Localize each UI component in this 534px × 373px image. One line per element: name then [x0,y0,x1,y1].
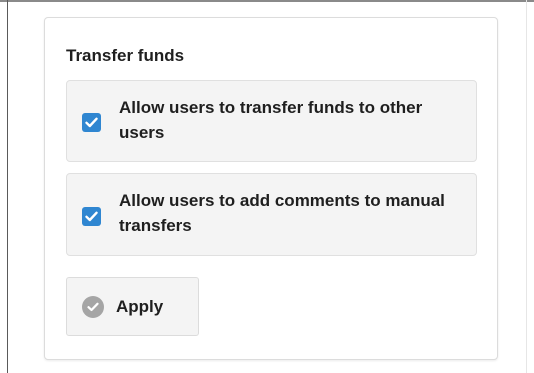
frame-right-border [526,0,527,373]
frame-left-border [7,0,8,373]
apply-button[interactable]: Apply [66,277,199,336]
check-circle-icon [82,295,104,318]
transfer-funds-panel: Transfer funds Allow users to transfer f… [44,17,498,360]
frame-top-border [0,0,534,2]
transfer-funds-label: Allow users to transfer funds to other u… [119,98,423,142]
checkmark-icon [85,117,98,128]
option-transfer-funds[interactable]: Allow users to transfer funds to other u… [66,80,477,162]
option-manual-transfer-comments[interactable]: Allow users to add comments to manual tr… [66,173,477,256]
window-frame: Transfer funds Allow users to transfer f… [0,0,534,373]
manual-transfer-comments-label: Allow users to add comments to manual tr… [119,191,445,235]
manual-transfer-comments-checkbox[interactable] [82,207,101,226]
apply-button-label: Apply [116,296,164,316]
checkmark-icon [85,211,98,222]
transfer-funds-checkbox[interactable] [82,113,101,132]
section-title: Transfer funds [66,46,185,65]
